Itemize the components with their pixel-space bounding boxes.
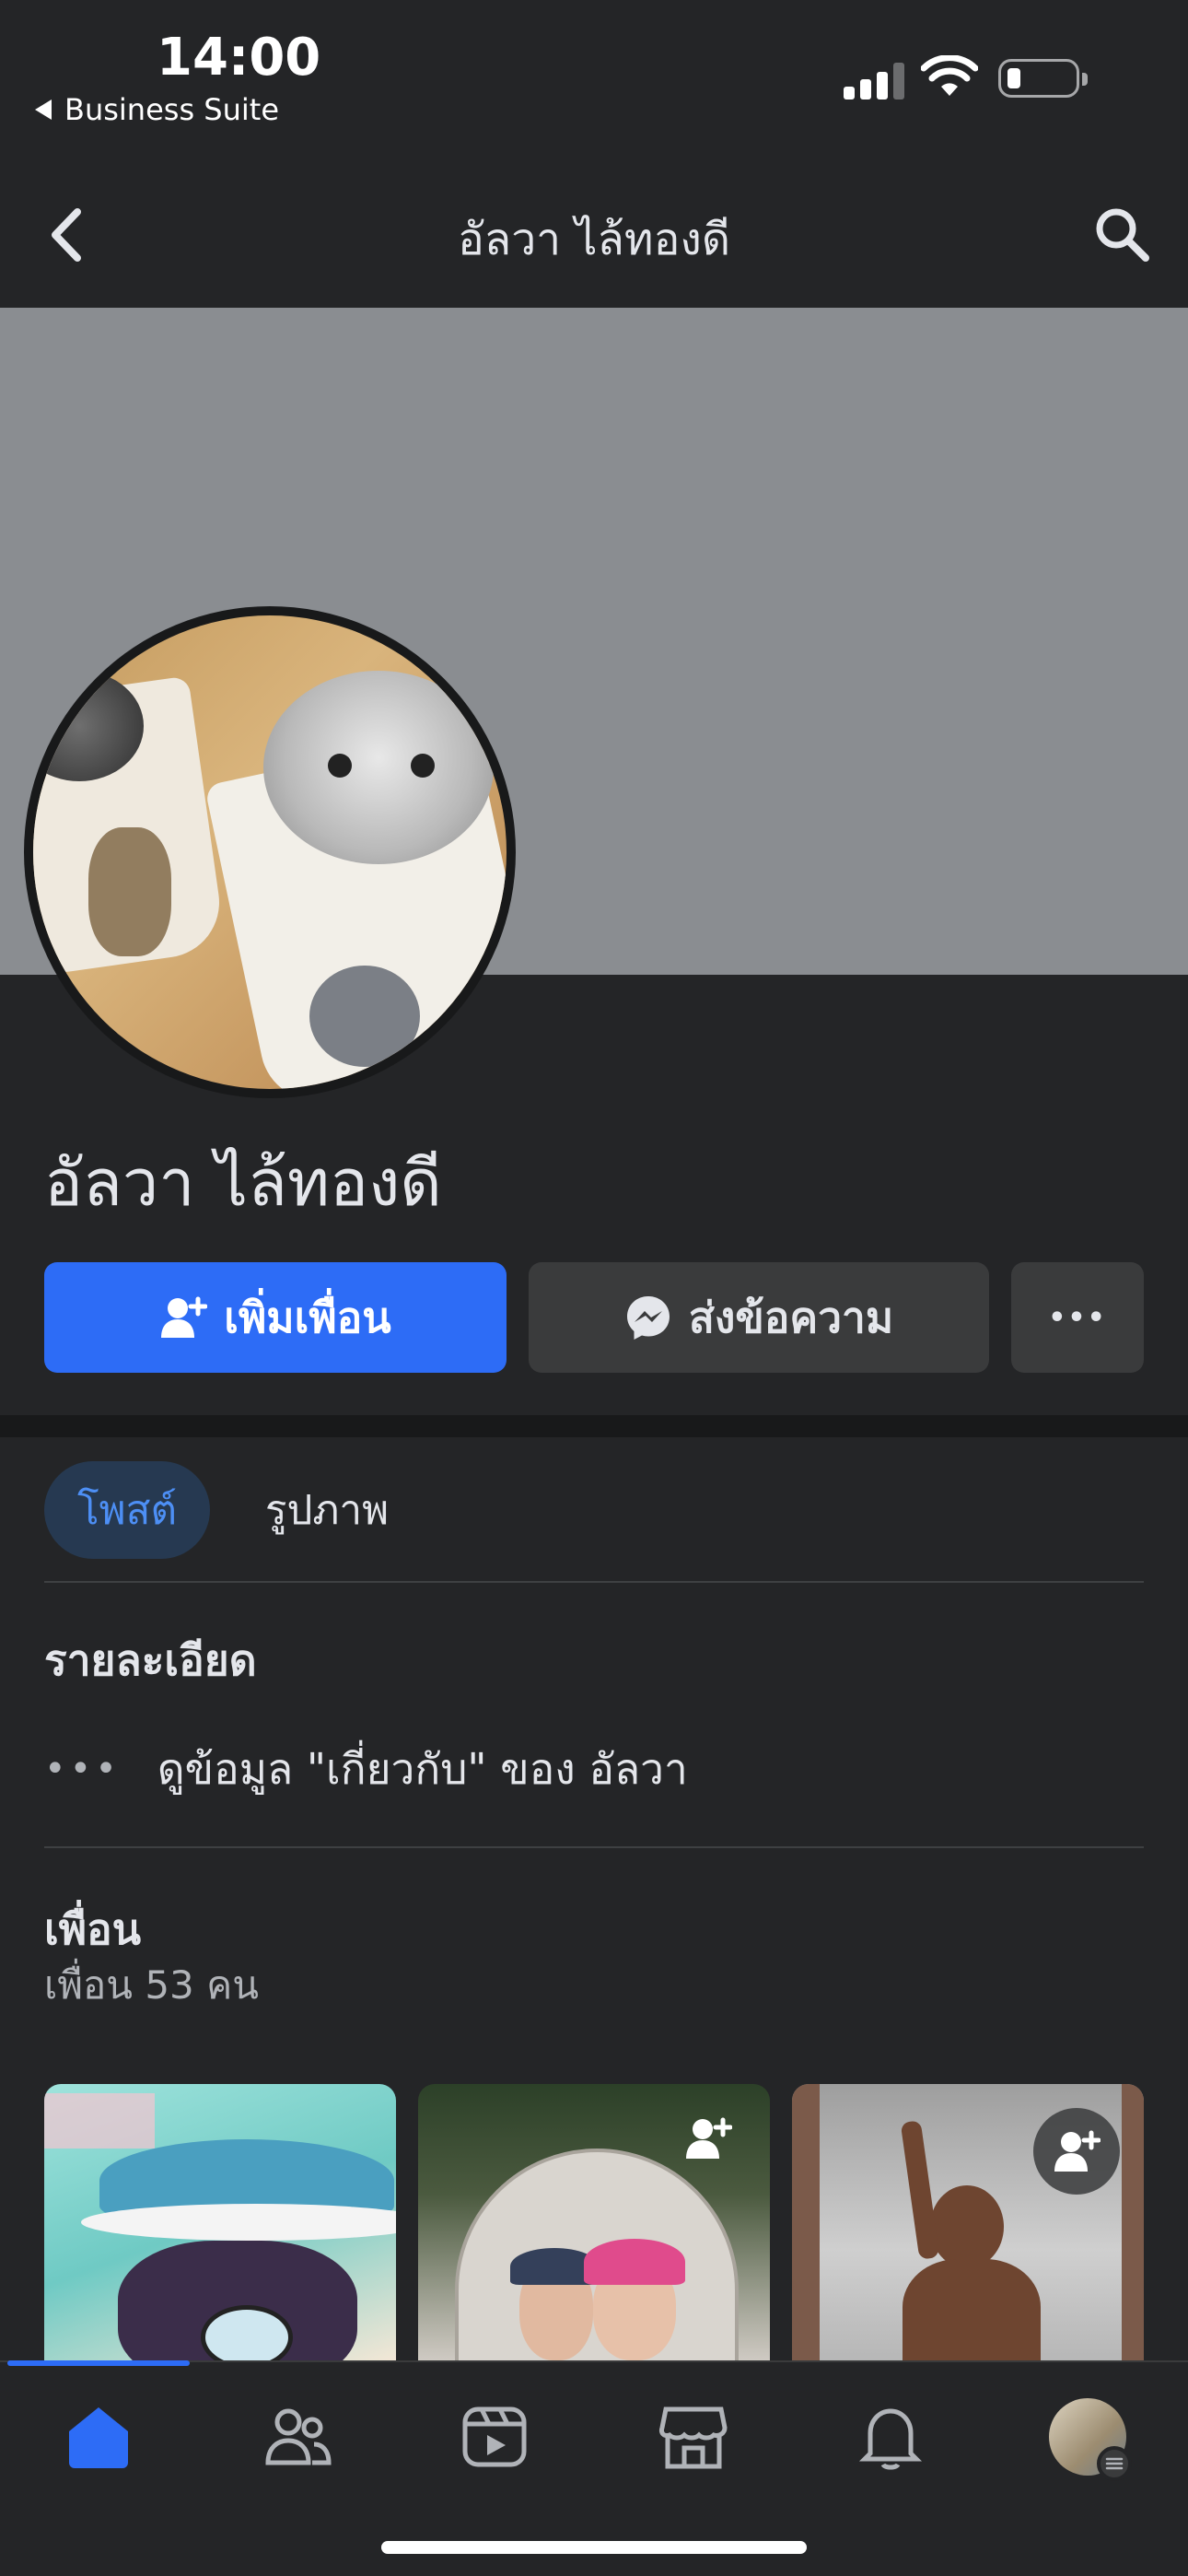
home-indicator <box>381 2541 807 2554</box>
status-time: 14:00 <box>157 28 321 88</box>
profile-menu-icon[interactable] <box>1046 2395 1132 2481</box>
home-icon[interactable] <box>57 2395 140 2478</box>
wifi-icon <box>921 55 978 96</box>
friend-card[interactable] <box>44 2084 396 2360</box>
battery-icon <box>998 59 1088 98</box>
add-friend-small-icon[interactable] <box>665 2095 751 2182</box>
back-to-app-link[interactable]: Business Suite <box>35 92 279 127</box>
about-link-label: ดูข้อมูล "เกี่ยวกับ" ของ อัลวา <box>157 1743 688 1794</box>
more-dots-icon: ••• <box>1048 1301 1107 1334</box>
friends-icon[interactable] <box>256 2395 339 2478</box>
menu-icon <box>1097 2446 1132 2481</box>
divider <box>44 1846 1144 1848</box>
avatar-kitten-image <box>33 615 507 1089</box>
more-options-button[interactable]: ••• <box>1011 1262 1144 1373</box>
friends-heading: เพื่อน <box>44 1904 142 1954</box>
message-label: ส่งข้อความ <box>688 1292 894 1342</box>
add-friend-label: เพิ่มเพื่อน <box>224 1292 391 1342</box>
messenger-icon <box>626 1296 670 1340</box>
add-friend-small-icon[interactable] <box>1033 2108 1120 2195</box>
page-title: อัลวา ไล้ทองดี <box>457 214 731 265</box>
friends-count: เพื่อน 53 คน <box>44 1962 259 2008</box>
friend-card[interactable] <box>418 2084 770 2360</box>
profile-name: อัลวา ไล้ทองดี <box>44 1145 442 1221</box>
details-heading: รายละเอียด <box>44 1635 257 1685</box>
about-link-row[interactable]: ••• ดูข้อมูล "เกี่ยวกับ" ของ อัลวา <box>44 1732 688 1806</box>
video-icon[interactable] <box>453 2395 536 2478</box>
divider <box>44 1581 1144 1583</box>
section-divider <box>0 1415 1188 1437</box>
tab-posts[interactable]: โพสต์ <box>44 1461 210 1559</box>
active-tab-indicator <box>7 2360 190 2366</box>
search-icon[interactable] <box>1092 205 1151 263</box>
notifications-icon[interactable] <box>849 2395 932 2478</box>
back-app-label: Business Suite <box>64 92 279 127</box>
more-dots-icon: ••• <box>44 1748 121 1790</box>
add-friend-icon <box>161 1296 208 1338</box>
marketplace-icon[interactable] <box>652 2395 735 2478</box>
tab-photos[interactable]: รูปภาพ <box>230 1461 424 1559</box>
back-triangle-icon <box>35 100 52 120</box>
friend-card[interactable] <box>792 2084 1144 2360</box>
signal-icon <box>844 61 904 100</box>
add-friend-button[interactable]: เพิ่มเพื่อน <box>44 1262 507 1373</box>
profile-avatar[interactable] <box>24 606 516 1098</box>
message-button[interactable]: ส่งข้อความ <box>529 1262 989 1373</box>
